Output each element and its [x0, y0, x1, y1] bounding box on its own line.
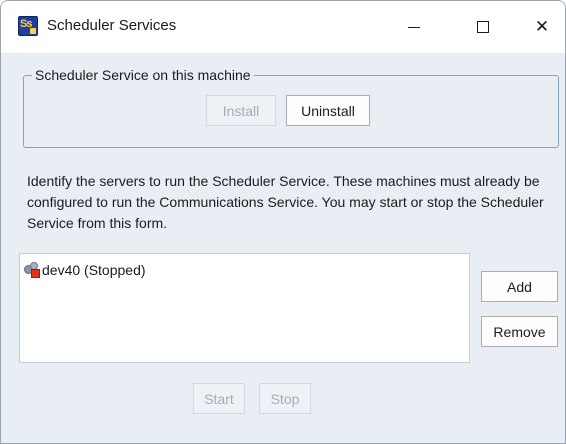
dialog-client-area: Scheduler Service on this machine Instal… — [1, 53, 565, 443]
close-icon: ✕ — [534, 17, 550, 36]
add-button[interactable]: Add — [481, 271, 558, 302]
uninstall-button[interactable]: Uninstall — [286, 95, 370, 126]
server-listbox[interactable]: dev40 (Stopped) — [19, 253, 470, 363]
install-button[interactable]: Install — [206, 95, 276, 126]
window-title: Scheduler Services — [47, 17, 177, 34]
scheduler-services-window: Ss Scheduler Services ✕ Scheduler Servic… — [0, 0, 566, 444]
title-bar[interactable]: Ss Scheduler Services ✕ — [1, 1, 565, 53]
stop-button[interactable]: Stop — [259, 383, 311, 414]
list-item[interactable]: dev40 (Stopped) — [24, 262, 146, 278]
instructions-text: Identify the servers to run the Schedule… — [27, 173, 544, 231]
service-groupbox-label: Scheduler Service on this machine — [32, 66, 254, 84]
maximize-button[interactable] — [460, 1, 506, 53]
maximize-icon — [477, 21, 489, 33]
server-stopped-icon — [24, 262, 40, 278]
minimize-icon — [408, 26, 420, 28]
close-button[interactable]: ✕ — [519, 1, 565, 53]
remove-button[interactable]: Remove — [481, 316, 558, 347]
scheduler-app-icon: Ss — [18, 16, 38, 36]
server-label: dev40 (Stopped) — [42, 262, 146, 278]
start-button[interactable]: Start — [193, 383, 245, 414]
minimize-button[interactable] — [391, 1, 437, 53]
